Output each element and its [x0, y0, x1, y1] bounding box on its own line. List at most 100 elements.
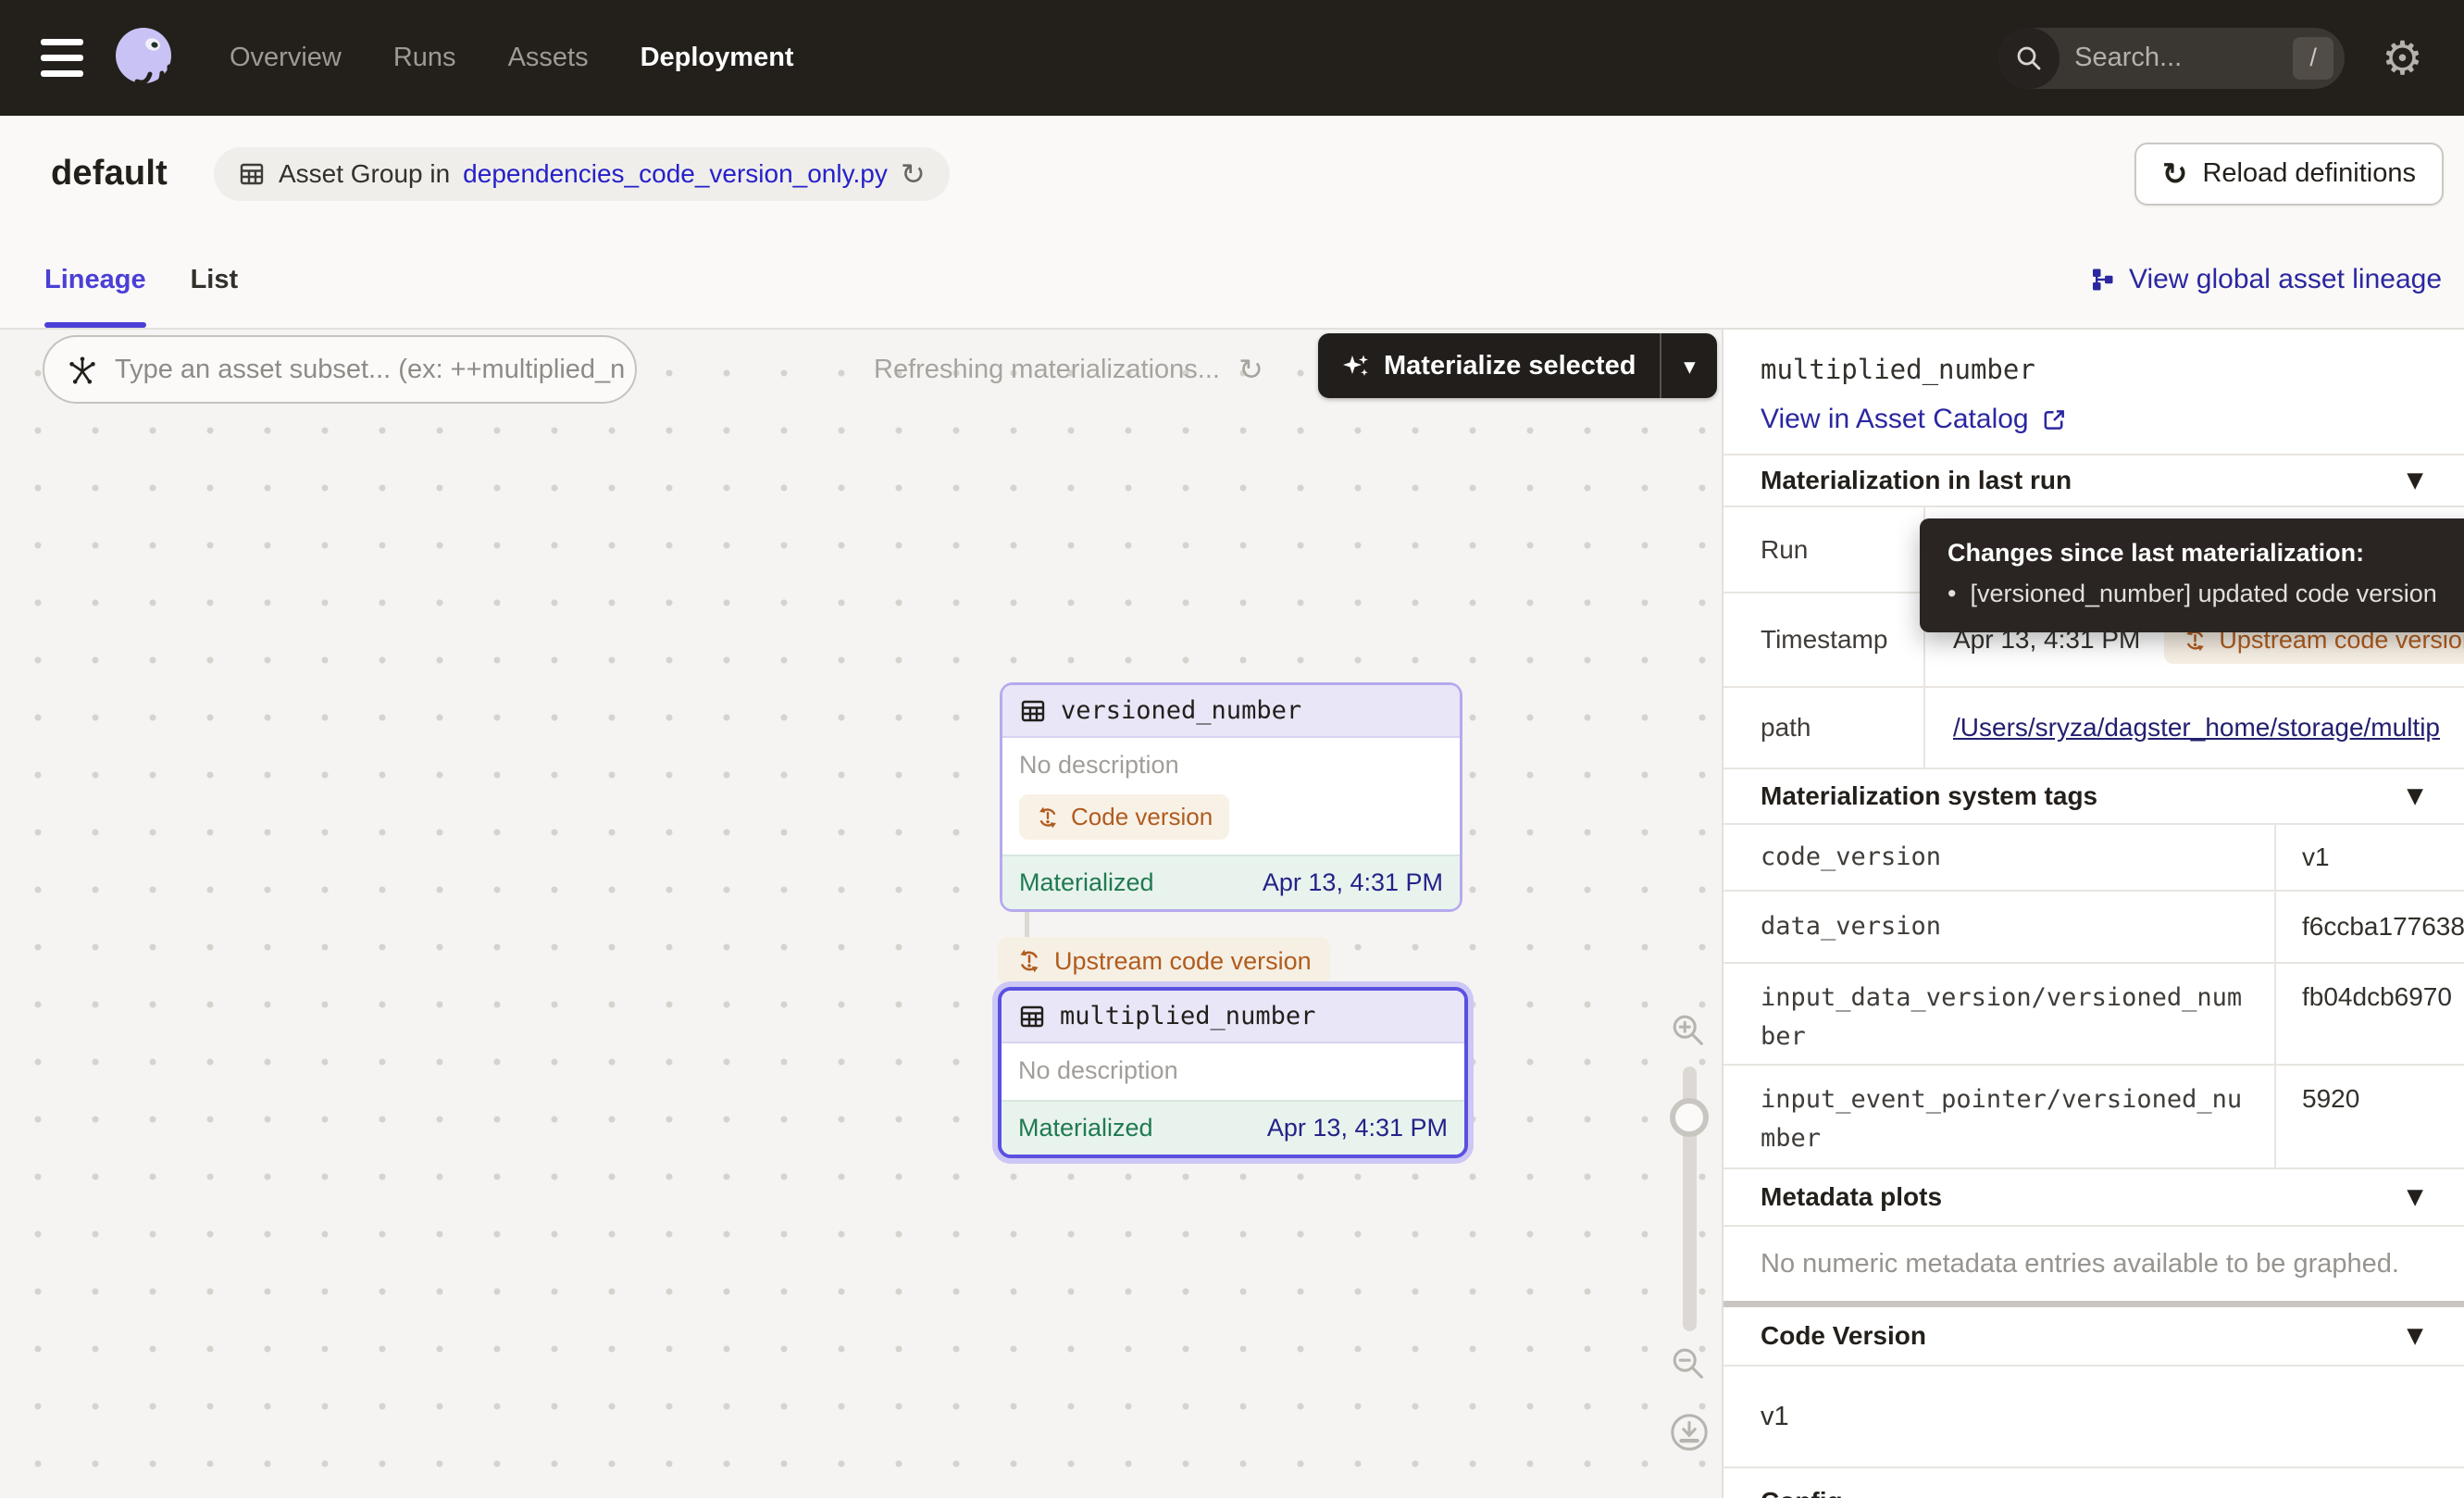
asset-graph-canvas[interactable]: Refreshing materializations... ↻ Materia…	[0, 330, 1724, 1498]
chevron-down-icon[interactable]: ▼	[2407, 1324, 2423, 1348]
code-version-badge: Code version	[1019, 794, 1229, 840]
path-link[interactable]: /Users/sryza/dagster_home/storage/multip	[1953, 713, 2440, 743]
bullet: •	[1948, 580, 1956, 608]
tag-value: f6ccba177638	[2276, 892, 2464, 962]
asset-group-chip[interactable]: Asset Group in dependencies_code_version…	[214, 147, 950, 201]
chevron-down-icon[interactable]: ▼	[2407, 468, 2423, 493]
nav-item-deployment[interactable]: Deployment	[641, 43, 794, 73]
table-row: input_data_version/versioned_number fb04…	[1724, 964, 2464, 1066]
section-config[interactable]: Config	[1724, 1468, 2464, 1498]
table-icon	[1019, 697, 1047, 725]
zoom-slider-handle[interactable]	[1670, 1098, 1709, 1137]
tooltip-title: Changes since last materialization:	[1948, 539, 2464, 568]
code-version-badge-label: Code version	[1071, 803, 1213, 831]
nav-item-overview[interactable]: Overview	[230, 43, 342, 73]
chevron-down-icon[interactable]: ▼	[2407, 784, 2423, 808]
sidebar-header: multiplied_number View in Asset Catalog	[1724, 330, 2464, 456]
asset-node-header: versioned_number	[1002, 685, 1460, 738]
zoom-controls	[1662, 1011, 1716, 1454]
view-global-asset-lineage-link[interactable]: View global asset lineage	[2089, 264, 2442, 295]
selected-asset-name: multiplied_number	[1761, 354, 2464, 385]
table-row: data_version f6ccba177638	[1724, 892, 2464, 964]
materialize-dropdown-caret[interactable]: ▾	[1661, 333, 1717, 398]
asset-subset-input[interactable]	[113, 354, 626, 386]
search-input[interactable]	[2060, 42, 2293, 74]
search-icon	[1998, 28, 2060, 89]
gear-icon[interactable]: ⚙	[2382, 35, 2423, 81]
refresh-status: Refreshing materializations... ↻	[874, 335, 1263, 404]
sparkles-icon	[1342, 352, 1370, 380]
asset-node-versioned-number[interactable]: versioned_number No description C	[1000, 682, 1462, 912]
chevron-down-icon[interactable]: ▼	[2407, 1185, 2423, 1209]
section-materialization-system-tags[interactable]: Materialization system tags ▼	[1724, 769, 2464, 825]
nav-item-runs[interactable]: Runs	[393, 43, 456, 73]
table-row: input_event_pointer/versioned_number 592…	[1724, 1066, 2464, 1169]
top-nav: Overview Runs Assets Deployment / ⚙	[0, 0, 2464, 116]
download-view-icon[interactable]	[1668, 1411, 1711, 1454]
tag-key: code_version	[1724, 825, 2276, 890]
upstream-code-version-label: Upstream code version	[1054, 947, 1312, 976]
asset-node-footer: Materialized Apr 13, 4:31 PM	[1002, 1100, 1464, 1155]
main-content: Refreshing materializations... ↻ Materia…	[0, 330, 2464, 1498]
materialize-selected-button[interactable]: Materialize selected ▾	[1318, 333, 1717, 398]
section-label: Metadata plots	[1761, 1182, 1942, 1212]
materialized-timestamp[interactable]: Apr 13, 4:31 PM	[1263, 868, 1443, 897]
tag-key: input_data_version/versioned_number	[1724, 964, 2276, 1064]
asset-subset-filter[interactable]	[43, 335, 637, 404]
view-in-asset-catalog-label: View in Asset Catalog	[1761, 404, 2029, 435]
zoom-in-icon[interactable]	[1669, 1011, 1710, 1052]
section-materialization-in-last-run[interactable]: Materialization in last run ▼	[1724, 456, 2464, 507]
asset-details-sidebar: multiplied_number View in Asset Catalog …	[1724, 330, 2464, 1498]
zoom-slider[interactable]	[1683, 1067, 1697, 1331]
refresh-icon: ↻	[2162, 156, 2188, 192]
upstream-code-version-badge: Upstream code version	[998, 937, 1330, 985]
metadata-empty-state: No numeric metadata entries available to…	[1724, 1227, 2464, 1301]
tag-value: fb04dcb6970	[2276, 964, 2464, 1064]
page-header: default Asset Group in dependencies_code…	[0, 116, 2464, 231]
tag-key: input_event_pointer/versioned_number	[1724, 1066, 2276, 1167]
materialized-timestamp[interactable]: Apr 13, 4:31 PM	[1267, 1114, 1448, 1142]
asset-group-file-link[interactable]: dependencies_code_version_only.py	[463, 159, 888, 189]
refresh-icon[interactable]: ↻	[1238, 352, 1263, 387]
asset-group-prefix: Asset Group in	[279, 159, 450, 189]
asset-node-description: No description	[1019, 751, 1443, 780]
materialized-status: Materialized	[1018, 1114, 1153, 1142]
nav-item-assets[interactable]: Assets	[508, 43, 589, 73]
refresh-icon[interactable]: ↻	[901, 156, 926, 192]
table-row: code_version v1	[1724, 825, 2464, 892]
section-code-version[interactable]: Code Version ▼	[1724, 1307, 2464, 1367]
tag-key: data_version	[1724, 892, 2276, 962]
reload-definitions-label: Reload definitions	[2202, 158, 2416, 189]
refresh-status-label: Refreshing materializations...	[874, 355, 1220, 385]
search-shortcut-key: /	[2293, 37, 2333, 80]
tab-lineage[interactable]: Lineage	[44, 231, 146, 328]
global-search[interactable]: /	[1998, 28, 2345, 89]
code-version-icon	[1016, 948, 1042, 974]
row-label: Run	[1724, 507, 1925, 592]
lineage-icon	[2089, 267, 2115, 293]
asset-node-title: versioned_number	[1061, 696, 1301, 725]
tag-value: 5920	[2276, 1066, 2464, 1167]
table-row: path /Users/sryza/dagster_home/storage/m…	[1724, 688, 2464, 769]
tab-list[interactable]: List	[191, 231, 239, 328]
asset-node-title: multiplied_number	[1060, 1002, 1315, 1030]
dagster-logo-icon[interactable]	[109, 24, 178, 93]
section-metadata-plots[interactable]: Metadata plots ▼	[1724, 1169, 2464, 1227]
section-label: Materialization system tags	[1761, 781, 2097, 811]
asset-node-multiplied-number[interactable]: multiplied_number No description Materia…	[998, 987, 1468, 1158]
row-label: Timestamp	[1724, 593, 1925, 686]
hamburger-menu-icon[interactable]	[41, 39, 83, 77]
materialized-status: Materialized	[1019, 868, 1154, 897]
asset-group-icon	[238, 160, 266, 188]
view-in-asset-catalog-link[interactable]: View in Asset Catalog	[1761, 404, 2067, 435]
page-title: default	[51, 154, 168, 193]
tabs-row: Lineage List View global asset lineage	[0, 231, 2464, 330]
asset-node-header: multiplied_number	[1002, 991, 1464, 1043]
code-version-icon	[1036, 805, 1060, 830]
materialize-selected-label: Materialize selected	[1384, 351, 1636, 381]
zoom-out-icon[interactable]	[1669, 1344, 1710, 1385]
reload-definitions-button[interactable]: ↻ Reload definitions	[2134, 143, 2444, 206]
dagster-app: Overview Runs Assets Deployment / ⚙ defa…	[0, 0, 2464, 1498]
asset-node-description: No description	[1018, 1056, 1448, 1085]
tooltip-item: [versioned_number] updated code version	[1970, 580, 2436, 608]
